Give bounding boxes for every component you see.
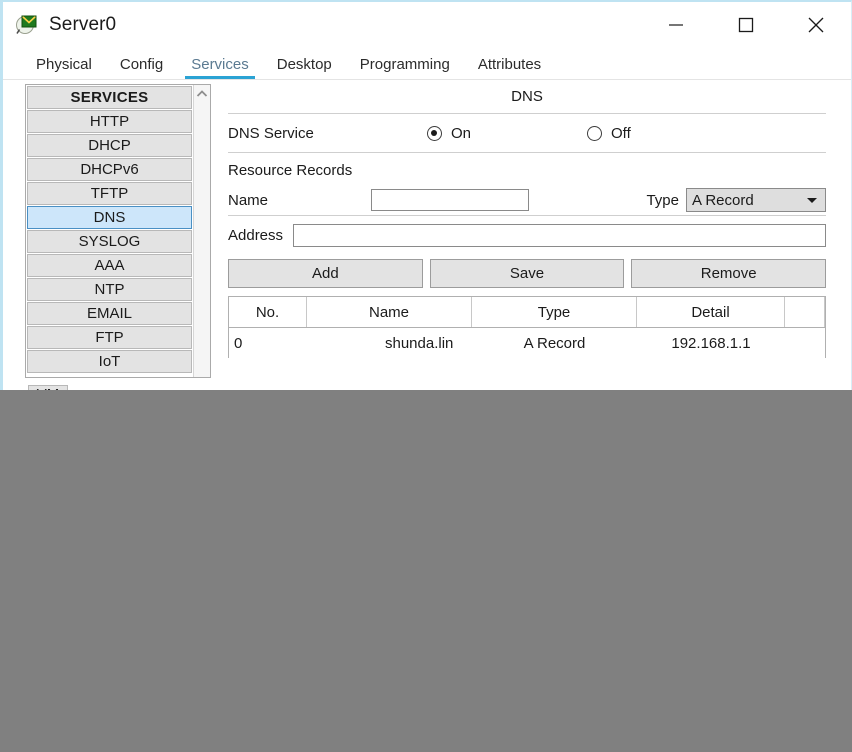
- address-input[interactable]: [293, 223, 826, 247]
- record-address-row: Address: [228, 219, 826, 251]
- dns-panel: DNS DNS Service On Off Resource Records …: [228, 80, 827, 390]
- tab-services[interactable]: Services: [177, 56, 263, 80]
- record-actions: Add Save Remove: [228, 259, 827, 288]
- services-sidebar: SERVICES HTTP DHCP DHCPv6 TFTP DNS SYSLO…: [25, 84, 211, 378]
- sidebar-item-dns[interactable]: DNS: [27, 206, 192, 229]
- chevron-down-icon[interactable]: [807, 198, 817, 203]
- radio-on-label: On: [451, 124, 472, 142]
- minimize-icon: [669, 24, 683, 26]
- radio-on-indicator[interactable]: [427, 125, 442, 141]
- sidebar-item-http[interactable]: HTTP: [27, 110, 192, 133]
- sidebar-item-dhcpv6[interactable]: DHCPv6: [27, 158, 192, 181]
- tab-attributes[interactable]: Attributes: [464, 56, 555, 80]
- sidebar-item-ftp[interactable]: FTP: [27, 326, 192, 349]
- server-properties-window: Server0 Physical Config Services Desktop…: [0, 0, 852, 390]
- record-type-select[interactable]: A Record: [686, 188, 826, 212]
- cell-detail: 192.168.1.1: [671, 334, 751, 352]
- dns-service-off-option[interactable]: Off: [587, 125, 631, 142]
- dns-service-row: DNS Service On Off: [228, 114, 826, 152]
- add-button[interactable]: Add: [228, 259, 423, 288]
- dns-service-on-option[interactable]: On: [427, 125, 471, 142]
- table-row[interactable]: 0 shunda.lin A Record 192.168.1.1: [229, 328, 825, 358]
- window-title: Server0: [49, 14, 117, 35]
- column-header-detail: Detail: [637, 297, 785, 327]
- tab-desktop[interactable]: Desktop: [263, 56, 346, 80]
- desktop-background: [0, 390, 852, 752]
- window-content: SERVICES HTTP DHCP DHCPv6 TFTP DNS SYSLO…: [3, 80, 851, 390]
- maximize-button[interactable]: [711, 2, 781, 48]
- sidebar-item-tftp[interactable]: TFTP: [27, 182, 192, 205]
- radio-off-indicator[interactable]: [587, 125, 603, 141]
- type-label: Type: [646, 191, 679, 209]
- tab-bar: Physical Config Services Desktop Program…: [3, 48, 851, 80]
- resource-records-title: Resource Records: [228, 162, 353, 179]
- close-icon: [808, 17, 824, 33]
- maximize-icon: [738, 17, 754, 33]
- resource-records-table: No. Name Type Detail 0 shunda.lin A Reco…: [228, 296, 826, 358]
- window-titlebar: Server0: [3, 2, 851, 48]
- remove-button[interactable]: Remove: [631, 259, 827, 288]
- sidebar-item-aaa[interactable]: AAA: [27, 254, 192, 277]
- cell-type: A Record: [523, 334, 586, 352]
- save-button[interactable]: Save: [429, 259, 625, 288]
- name-label: Name: [228, 191, 269, 209]
- sidebar-item-email[interactable]: EMAIL: [27, 302, 192, 325]
- address-label: Address: [228, 226, 284, 244]
- cell-spacer: [785, 328, 825, 358]
- sidebar-item-ntp[interactable]: NTP: [27, 278, 192, 301]
- sidebar-item-vm-clipped[interactable]: VM: [28, 385, 68, 390]
- tab-physical[interactable]: Physical: [22, 56, 106, 80]
- dns-service-label: DNS Service: [228, 124, 314, 142]
- panel-title: DNS: [511, 88, 543, 105]
- name-input[interactable]: [371, 189, 529, 211]
- cell-no: 0: [234, 334, 243, 352]
- tab-programming[interactable]: Programming: [346, 56, 464, 80]
- sidebar-item-dhcp[interactable]: DHCP: [27, 134, 192, 157]
- cell-name: shunda.lin: [385, 334, 454, 352]
- divider-name: [228, 215, 826, 216]
- tab-config[interactable]: Config: [106, 56, 177, 80]
- server-magnifier-icon: [14, 12, 40, 38]
- radio-off-label: Off: [611, 124, 631, 142]
- scroll-up-chevron-icon[interactable]: [194, 85, 210, 101]
- column-header-no: No.: [229, 297, 307, 327]
- minimize-button[interactable]: [641, 2, 711, 48]
- sidebar-scrollbar[interactable]: [193, 85, 210, 377]
- sidebar-header-services: SERVICES: [27, 86, 192, 109]
- close-button[interactable]: [781, 2, 851, 48]
- sidebar-item-iot[interactable]: IoT: [27, 350, 192, 373]
- column-header-spacer: [785, 297, 825, 327]
- column-header-name: Name: [307, 297, 472, 327]
- record-name-row: Name Type A Record: [228, 185, 826, 215]
- column-header-type: Type: [472, 297, 637, 327]
- window-controls: [641, 2, 851, 48]
- table-header-row: No. Name Type Detail: [229, 297, 825, 328]
- sidebar-item-syslog[interactable]: SYSLOG: [27, 230, 192, 253]
- services-list: SERVICES HTTP DHCP DHCPv6 TFTP DNS SYSLO…: [26, 85, 193, 377]
- record-type-value: A Record: [692, 191, 754, 209]
